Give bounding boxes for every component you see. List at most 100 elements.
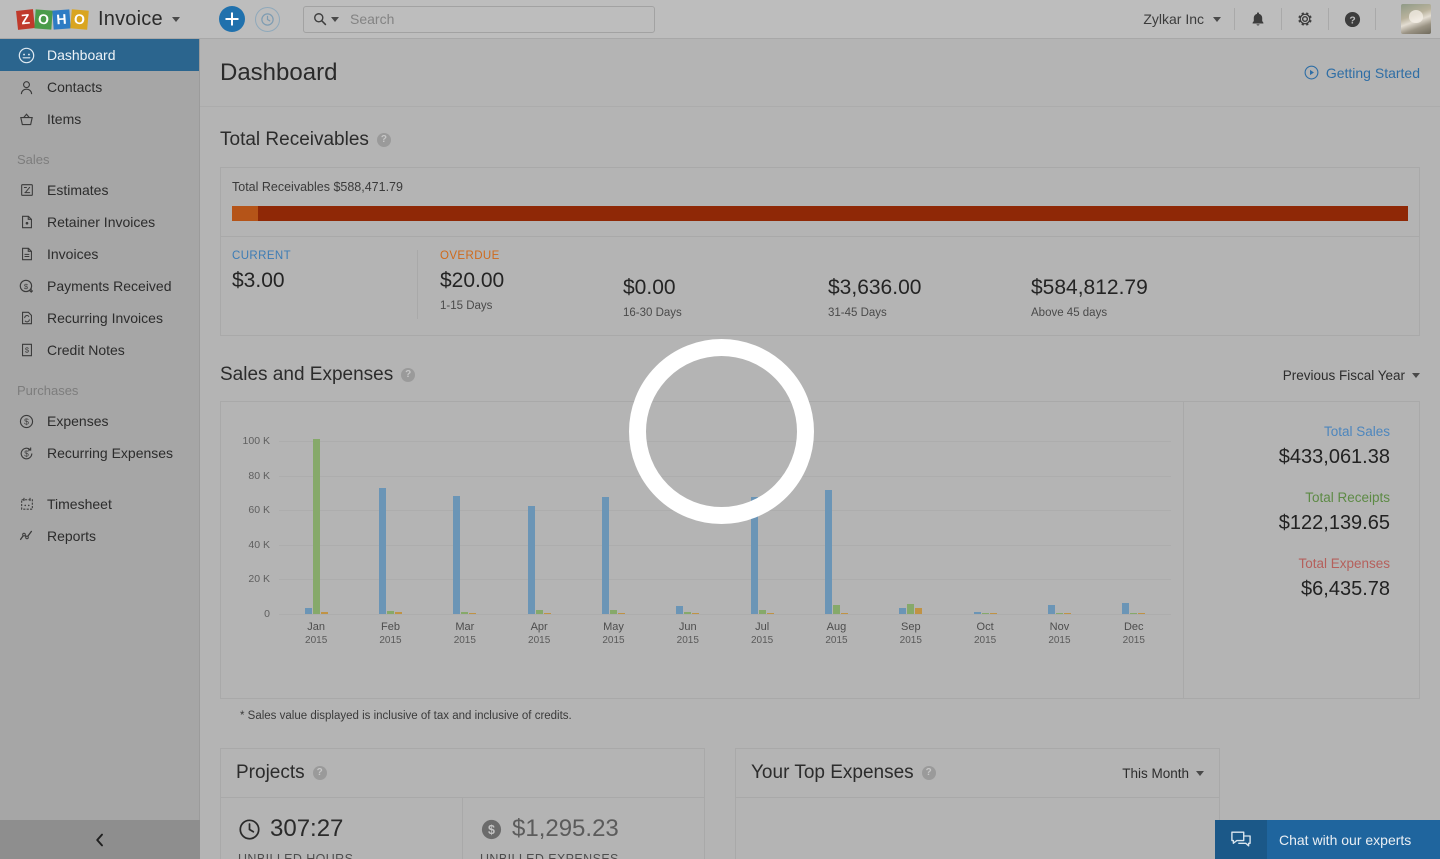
contacts-person-icon bbox=[17, 78, 36, 97]
chart-bar-sales[interactable] bbox=[305, 608, 312, 614]
chart-bar-expenses[interactable] bbox=[1064, 613, 1071, 614]
help-icon[interactable]: ? bbox=[922, 766, 936, 780]
unbilled-hours-value-row: 307:27 bbox=[238, 815, 462, 843]
video-play-button[interactable] bbox=[629, 339, 814, 524]
search-input[interactable] bbox=[350, 11, 630, 27]
chart-bar-sales[interactable] bbox=[974, 612, 981, 614]
unbilled-hours-value: 307:27 bbox=[270, 815, 343, 843]
sidebar-item-recurring-expenses[interactable]: $ Recurring Expenses bbox=[0, 437, 199, 469]
chart-x-label: Oct2015 bbox=[948, 620, 1022, 648]
help-button[interactable]: ? bbox=[1342, 9, 1362, 29]
notifications-button[interactable] bbox=[1248, 9, 1268, 29]
chart-x-label-year: 2015 bbox=[428, 634, 502, 648]
projects-title-wrap: Projects ? bbox=[236, 762, 327, 784]
top-expenses-period-dropdown[interactable]: This Month bbox=[1122, 766, 1204, 781]
chart-y-tick-label: 40 K bbox=[248, 539, 270, 551]
fiscal-period-dropdown[interactable]: Previous Fiscal Year bbox=[1283, 368, 1420, 383]
chart-bar-sales[interactable] bbox=[602, 497, 609, 614]
sidebar-item-payments-received[interactable]: $ Payments Received bbox=[0, 270, 199, 302]
help-icon[interactable]: ? bbox=[401, 368, 415, 382]
chart-x-label-year: 2015 bbox=[948, 634, 1022, 648]
search-bar[interactable] bbox=[303, 6, 655, 33]
chart-bar-expenses[interactable] bbox=[469, 613, 476, 614]
divider bbox=[1234, 8, 1235, 30]
sidebar-item-reports[interactable]: Reports bbox=[0, 520, 199, 552]
sidebar-group-purchases: Purchases bbox=[0, 383, 199, 398]
sidebar-item-timesheet[interactable]: Timesheet bbox=[0, 488, 199, 520]
chart-x-label-year: 2015 bbox=[651, 634, 725, 648]
chart-bar-expenses[interactable] bbox=[321, 612, 328, 614]
chart-bar-receipts[interactable] bbox=[759, 610, 766, 614]
chart-bar-expenses[interactable] bbox=[618, 613, 625, 614]
chart-bar-receipts[interactable] bbox=[982, 613, 989, 614]
chevron-down-icon[interactable] bbox=[172, 17, 180, 22]
search-scope-chevron-icon[interactable] bbox=[331, 17, 339, 22]
sidebar-collapse-button[interactable] bbox=[0, 820, 200, 859]
chart-footnote: * Sales value displayed is inclusive of … bbox=[220, 699, 1420, 722]
sales-header: Sales and Expenses ? Previous Fiscal Yea… bbox=[220, 364, 1420, 386]
chat-widget[interactable]: Chat with our experts bbox=[1215, 820, 1440, 859]
chart-bar-sales[interactable] bbox=[1122, 603, 1129, 614]
unbilled-hours-cell[interactable]: 307:27 UNBILLED HOURS bbox=[221, 798, 462, 859]
sidebar-item-estimates[interactable]: Estimates bbox=[0, 174, 199, 206]
chart-bar-receipts[interactable] bbox=[610, 610, 617, 614]
help-icon[interactable]: ? bbox=[377, 133, 391, 147]
logo-letter-o1: O bbox=[34, 9, 52, 29]
chart-bar-receipts[interactable] bbox=[536, 610, 543, 614]
sidebar-item-retainer-invoices[interactable]: Retainer Invoices bbox=[0, 206, 199, 238]
sidebar-item-credit-notes[interactable]: $ Credit Notes bbox=[0, 334, 199, 366]
chart-bar-expenses[interactable] bbox=[395, 612, 402, 614]
chart-bar-sales[interactable] bbox=[676, 606, 683, 614]
unbilled-expenses-cell[interactable]: $ $1,295.23 UNBILLED EXPENSES bbox=[462, 798, 704, 859]
chart-bar-receipts[interactable] bbox=[684, 612, 691, 614]
chart-bar-expenses[interactable] bbox=[544, 613, 551, 614]
chart-bar-receipts[interactable] bbox=[1130, 613, 1137, 614]
chart-bar-receipts[interactable] bbox=[907, 604, 914, 614]
brand-area[interactable]: ZOHO Invoice bbox=[0, 8, 200, 31]
chart-bar-sales[interactable] bbox=[528, 506, 535, 614]
chart-bar-receipts[interactable] bbox=[461, 612, 468, 614]
unbilled-hours-label: UNBILLED HOURS bbox=[238, 852, 462, 859]
chart-x-label: Jun2015 bbox=[651, 620, 725, 648]
total-expenses-block: Total Expenses $6,435.78 bbox=[1184, 556, 1390, 601]
avatar[interactable] bbox=[1401, 4, 1431, 34]
search-icon bbox=[313, 12, 327, 26]
chart-bar-expenses[interactable] bbox=[841, 613, 848, 614]
chat-bubbles-icon bbox=[1230, 830, 1252, 850]
sidebar-item-recurring-invoices[interactable]: Recurring Invoices bbox=[0, 302, 199, 334]
settings-button[interactable] bbox=[1295, 9, 1315, 29]
chart-bar-receipts[interactable] bbox=[1056, 613, 1063, 614]
recent-history-button[interactable] bbox=[255, 7, 280, 32]
bucket-value: $584,812.79 bbox=[1031, 276, 1148, 300]
chart-bar-expenses[interactable] bbox=[990, 613, 997, 614]
page-title: Dashboard bbox=[220, 59, 337, 87]
chart-bar-sales[interactable] bbox=[825, 490, 832, 614]
divider bbox=[1375, 8, 1376, 30]
timesheet-calendar-icon bbox=[17, 495, 36, 514]
sidebar-item-dashboard[interactable]: Dashboard bbox=[0, 39, 199, 71]
chart-x-label-year: 2015 bbox=[1097, 634, 1171, 648]
chart-bar-expenses[interactable] bbox=[692, 613, 699, 614]
sidebar-item-items[interactable]: Items bbox=[0, 103, 199, 135]
sidebar-item-invoices[interactable]: Invoices bbox=[0, 238, 199, 270]
organization-switcher[interactable]: Zylkar Inc bbox=[1143, 11, 1221, 27]
chart-bar-receipts[interactable] bbox=[833, 605, 840, 614]
add-new-button[interactable] bbox=[219, 6, 245, 32]
chart-bar-sales[interactable] bbox=[1048, 605, 1055, 614]
chart-bar-expenses[interactable] bbox=[1138, 613, 1145, 614]
help-icon[interactable]: ? bbox=[313, 766, 327, 780]
chart-bar-expenses[interactable] bbox=[767, 613, 774, 614]
chart-bar-sales[interactable] bbox=[453, 496, 460, 614]
receivables-bar-area: Total Receivables $588,471.79 bbox=[221, 168, 1419, 236]
chart-bar-receipts[interactable] bbox=[387, 611, 394, 614]
chart-bar-expenses[interactable] bbox=[915, 608, 922, 614]
sidebar-item-contacts[interactable]: Contacts bbox=[0, 71, 199, 103]
chart-bar-sales[interactable] bbox=[379, 488, 386, 614]
chart-bar-receipts[interactable] bbox=[313, 439, 320, 614]
payment-received-icon: $ bbox=[17, 277, 36, 296]
sidebar-item-expenses[interactable]: $ Expenses bbox=[0, 405, 199, 437]
getting-started-link[interactable]: Getting Started bbox=[1304, 65, 1420, 81]
chart-bar-sales[interactable] bbox=[899, 608, 906, 614]
chart-x-label-year: 2015 bbox=[576, 634, 650, 648]
bucket-period: Above 45 days bbox=[1031, 307, 1148, 319]
